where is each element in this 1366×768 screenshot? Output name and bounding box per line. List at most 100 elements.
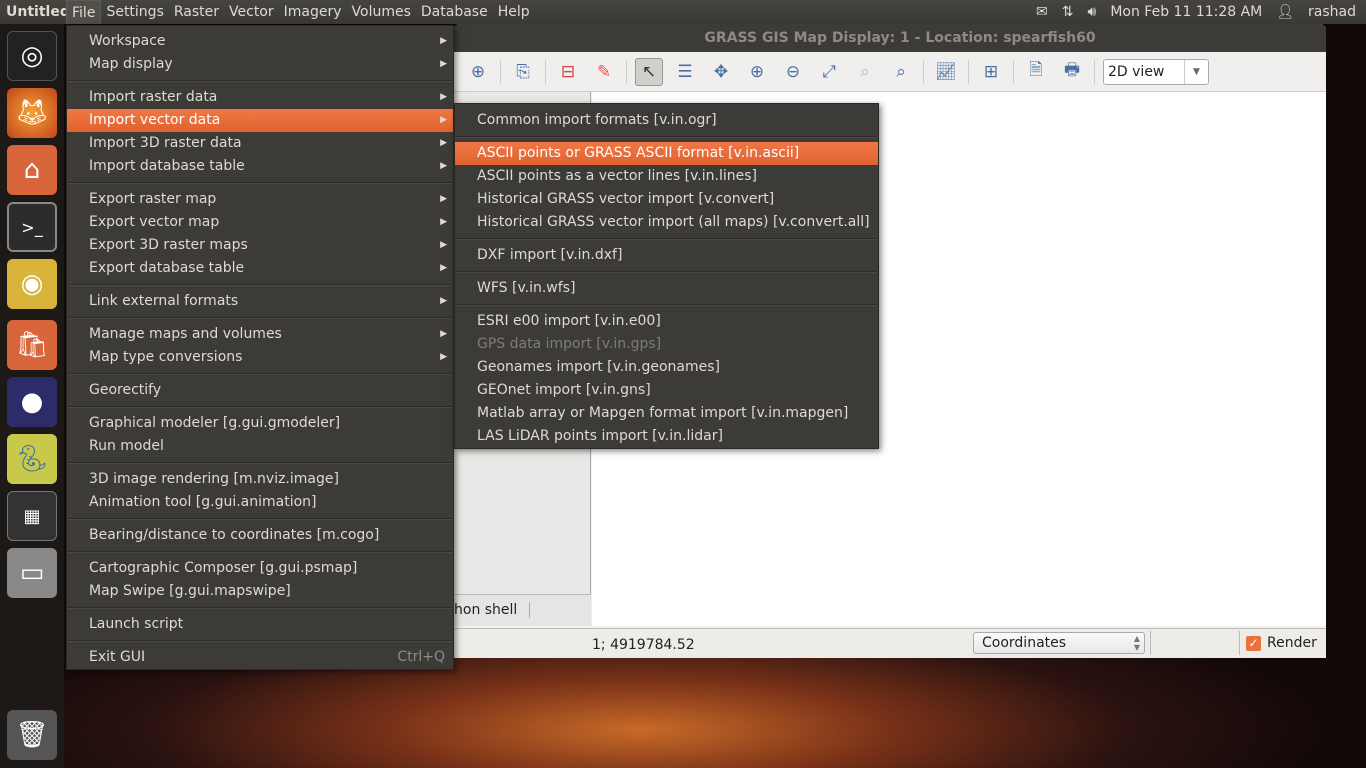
submenu-arrow-icon: ▶ xyxy=(440,240,447,250)
menu-item-label: LAS LiDAR points import [v.in.lidar] xyxy=(477,428,723,444)
python-icon[interactable]: 🐍︎ xyxy=(7,434,57,484)
menu-help[interactable]: Help xyxy=(493,0,535,24)
menu-item-export-3d-raster-maps[interactable]: Export 3D raster maps ▶ xyxy=(67,234,453,257)
menu-item-graphical-modeler[interactable]: Graphical modeler [g.gui.gmodeler] xyxy=(67,412,453,435)
files-icon[interactable]: ⌂ xyxy=(7,145,57,195)
workspace-switcher-icon[interactable]: ▦ xyxy=(7,491,57,541)
add-wms-icon[interactable]: ⊕ xyxy=(464,58,492,86)
ubuntu-dash-icon[interactable]: ◎ xyxy=(7,31,57,81)
print-icon[interactable]: 🖶︎ xyxy=(1058,58,1086,86)
menu-item-cartographic-composer[interactable]: Cartographic Composer [g.gui.psmap] xyxy=(67,557,453,580)
menu-item-import-vector-data[interactable]: Import vector data ▶ xyxy=(67,109,453,132)
menu-item-bearing-distance-to-coordinates[interactable]: Bearing/distance to coordinates [m.cogo] xyxy=(67,524,453,547)
menu-item-label: Common import formats [v.in.ogr] xyxy=(477,112,717,128)
menu-raster[interactable]: Raster xyxy=(169,0,224,24)
status-mode-select[interactable]: Coordinates ▲ ▼ xyxy=(973,632,1145,654)
menu-item-label: Exit GUI xyxy=(89,649,146,665)
menu-item-esri-e00-import[interactable]: ESRI e00 import [v.in.e00] xyxy=(455,310,878,333)
menu-item-label: Run model xyxy=(89,438,164,454)
menu-database[interactable]: Database xyxy=(416,0,493,24)
menu-item-launch-script[interactable]: Launch script xyxy=(67,613,453,636)
add-decoration-icon[interactable]: ⊞ xyxy=(977,58,1005,86)
menu-item-matlab-array-or-mapgen-format-import[interactable]: Matlab array or Mapgen format import [v.… xyxy=(455,402,878,425)
pan-icon[interactable]: ✥ xyxy=(707,58,735,86)
chevron-down-icon[interactable]: ▼ xyxy=(1184,59,1208,84)
app-title: Untitled xyxy=(6,4,66,20)
menu-item-label: Import raster data xyxy=(89,89,218,105)
menu-item-label: Map type conversions xyxy=(89,349,243,365)
zoom-in-icon[interactable]: ⊕ xyxy=(743,58,771,86)
menu-item-wfs[interactable]: WFS [v.in.wfs] xyxy=(455,277,878,300)
add-overlay-icon[interactable]: ⎘ xyxy=(509,58,537,86)
menu-separator xyxy=(455,234,878,244)
zoom-options-icon[interactable]: ⌕ xyxy=(887,58,915,86)
menu-item-las-lidar-points-import[interactable]: LAS LiDAR points import [v.in.lidar] xyxy=(455,425,878,448)
menu-settings[interactable]: Settings xyxy=(101,0,168,24)
render-checkbox[interactable]: ✓ Render xyxy=(1246,635,1317,651)
menu-item-label: GEOnet import [v.in.gns] xyxy=(477,382,651,398)
remove-layer-icon[interactable]: ⊟ xyxy=(554,58,582,86)
tab-python-shell[interactable]: hon shell xyxy=(454,602,531,618)
save-display-icon[interactable]: 🗎︎ xyxy=(1022,58,1050,86)
firefox-icon[interactable]: 🦊︎ xyxy=(7,88,57,138)
menu-item-ascii-points-or-grass-ascii-format[interactable]: ASCII points or GRASS ASCII format [v.in… xyxy=(455,142,878,165)
menu-item-label: WFS [v.in.wfs] xyxy=(477,280,576,296)
submenu-arrow-icon: ▶ xyxy=(440,194,447,204)
menu-item-link-external-formats[interactable]: Link external formats ▶ xyxy=(67,290,453,313)
volume-icon[interactable]: 🔊︎ xyxy=(1088,4,1097,20)
software-center-icon[interactable]: 🛍︎ xyxy=(7,320,57,370)
view-mode-select[interactable]: 2D view ▼ xyxy=(1103,58,1209,85)
eclipse-icon[interactable]: ● xyxy=(7,377,57,427)
menu-item-export-database-table[interactable]: Export database table ▶ xyxy=(67,257,453,280)
submenu-arrow-icon: ▶ xyxy=(440,296,447,306)
menu-separator xyxy=(67,313,453,323)
menu-item-animation-tool[interactable]: Animation tool [g.gui.animation] xyxy=(67,491,453,514)
menu-item-export-vector-map[interactable]: Export vector map ▶ xyxy=(67,211,453,234)
menu-item-export-raster-map[interactable]: Export raster map ▶ xyxy=(67,188,453,211)
menu-item-label: Map display xyxy=(89,56,173,72)
menu-vector[interactable]: Vector xyxy=(224,0,279,24)
zoom-back-icon[interactable]: ⌕ xyxy=(851,58,879,86)
menu-item-manage-maps-and-volumes[interactable]: Manage maps and volumes ▶ xyxy=(67,323,453,346)
mail-icon[interactable]: ✉ xyxy=(1036,4,1048,20)
menu-item-geonames-import[interactable]: Geonames import [v.in.geonames] xyxy=(455,356,878,379)
submenu-arrow-icon: ▶ xyxy=(440,263,447,273)
zoom-extent-icon[interactable]: ⤢ xyxy=(815,58,843,86)
menu-imagery[interactable]: Imagery xyxy=(279,0,347,24)
menu-item-workspace[interactable]: Workspace ▶ xyxy=(67,30,453,53)
menu-file[interactable]: File xyxy=(66,0,102,24)
disk-icon[interactable]: ▭ xyxy=(7,548,57,598)
network-icon[interactable]: ⇅ xyxy=(1062,4,1074,20)
menu-volumes[interactable]: Volumes xyxy=(347,0,416,24)
menu-item-dxf-import[interactable]: DXF import [v.in.dxf] xyxy=(455,244,878,267)
accelerator: Ctrl+Q xyxy=(397,649,445,665)
pointer-icon[interactable]: ↖ xyxy=(635,57,663,86)
menu-item-georectify[interactable]: Georectify xyxy=(67,379,453,402)
terminal-icon[interactable]: >_ xyxy=(7,202,57,252)
checkbox-checked-icon[interactable]: ✓ xyxy=(1246,635,1261,651)
menu-item-map-display[interactable]: Map display ▶ xyxy=(67,53,453,76)
menu-item-ascii-points-as-a-vector-lines[interactable]: ASCII points as a vector lines [v.in.lin… xyxy=(455,165,878,188)
menu-item-import-raster-data[interactable]: Import raster data ▶ xyxy=(67,86,453,109)
menu-item-map-swipe[interactable]: Map Swipe [g.gui.mapswipe] xyxy=(67,580,453,603)
chrome-icon[interactable]: ◉ xyxy=(7,259,57,309)
menu-item-historical-grass-vector-import[interactable]: Historical GRASS vector import [v.conver… xyxy=(455,188,878,211)
analyze-icon[interactable]: 📈︎ xyxy=(932,58,960,86)
menu-item-import-3d-raster-data[interactable]: Import 3D raster data ▶ xyxy=(67,132,453,155)
erase-display-icon[interactable]: ✎ xyxy=(590,58,618,86)
render-label: Render xyxy=(1267,635,1317,651)
query-icon[interactable]: ☰ xyxy=(671,58,699,86)
menu-separator xyxy=(67,280,453,290)
trash-icon[interactable]: 🗑︎ xyxy=(7,710,57,760)
zoom-out-icon[interactable]: ⊖ xyxy=(779,58,807,86)
clock[interactable]: Mon Feb 11 11:28 AM xyxy=(1110,4,1262,20)
menu-item-map-type-conversions[interactable]: Map type conversions ▶ xyxy=(67,346,453,369)
menu-item-import-database-table[interactable]: Import database table ▶ xyxy=(67,155,453,178)
menu-item-3d-image-rendering[interactable]: 3D image rendering [m.nviz.image] xyxy=(67,468,453,491)
menu-item-run-model[interactable]: Run model xyxy=(67,435,453,458)
menu-item-common-import-formats[interactable]: Common import formats [v.in.ogr] xyxy=(455,109,878,132)
user-name[interactable]: rashad xyxy=(1308,4,1356,20)
menu-item-exit-gui[interactable]: Exit GUI Ctrl+Q xyxy=(67,646,453,669)
menu-item-historical-grass-vector-import-all-maps[interactable]: Historical GRASS vector import (all maps… xyxy=(455,211,878,234)
menu-item-geonet-import[interactable]: GEOnet import [v.in.gns] xyxy=(455,379,878,402)
